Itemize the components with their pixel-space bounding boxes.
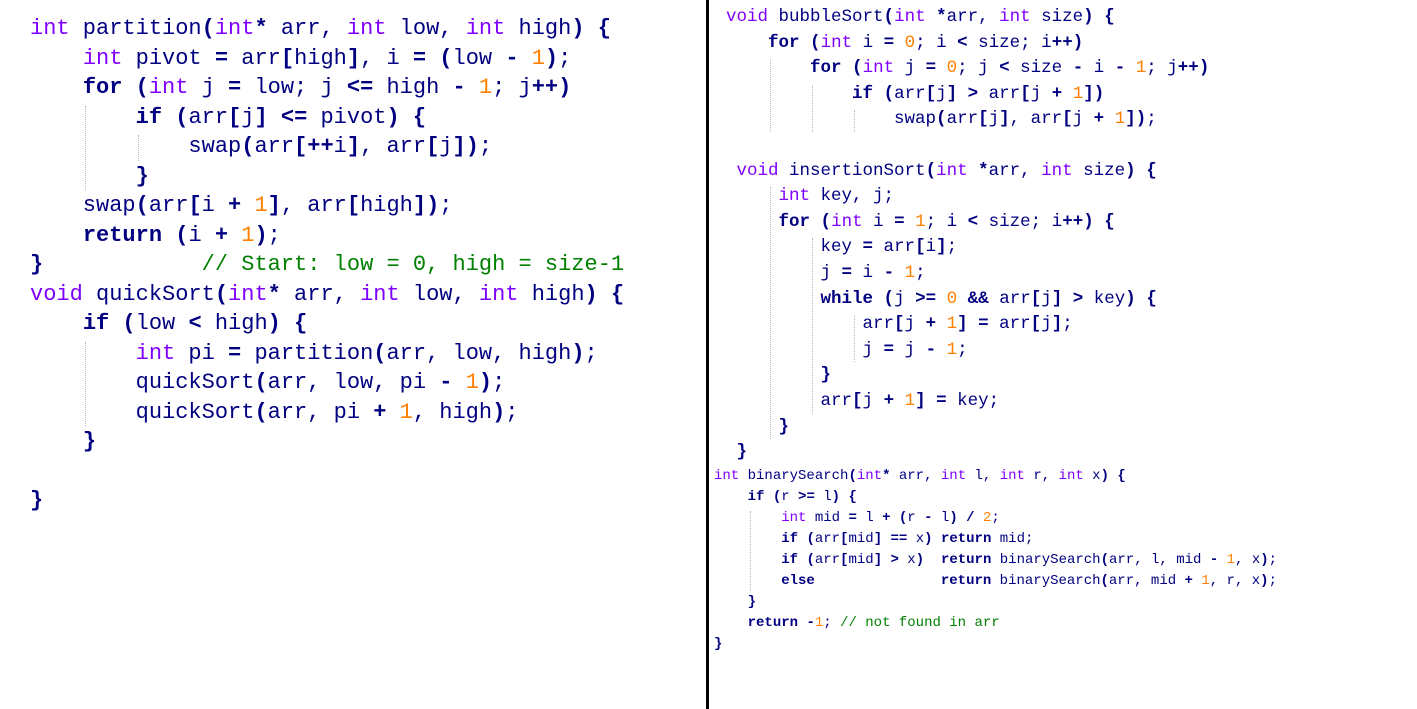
code-line: int pivot = arr[high], i = (low - 1); [82, 45, 572, 71]
indent-guide [854, 110, 855, 132]
code-snippet-partition-quicksort: int partition(int* arr, int low, int hig… [30, 14, 706, 516]
code-line: if (r >= l) { [747, 489, 857, 505]
code-panel-quicksort: int partition(int* arr, int low, int hig… [30, 14, 706, 694]
code-line: } [747, 594, 757, 610]
code-line: int pi = partition(arr, low, high); [135, 340, 598, 366]
code-line: swap(arr[i + 1], arr[high]); [30, 193, 453, 218]
code-line: int mid = l + (r - l) / 2; [781, 510, 1000, 526]
code-line: if (arr[mid] == x) return mid; [781, 531, 1034, 547]
code-line: swap(arr[j], arr[j + 1]); [726, 109, 1157, 130]
code-line: for (int i = 0; i < size; i++) [768, 32, 1084, 53]
code-line: for (int i = 1; i < size; i++) { [778, 211, 1115, 232]
code-line: for (int j = low; j <= high - 1; j++) [82, 75, 572, 100]
indent-guide [770, 59, 771, 132]
code-line: } [82, 429, 97, 454]
code-snippet-bubble-insertion: void bubbleSort(int *arr, int size) { fo… [726, 5, 1416, 466]
code-line: key = arr[i]; [726, 237, 958, 258]
indent-guide [84, 341, 86, 426]
indent-guide [84, 105, 86, 190]
code-line: while (j >= 0 && arr[j] > key) { [820, 288, 1157, 309]
code-line: else return binarySearch(arr, mid + 1, r… [781, 573, 1277, 589]
indent-guide [854, 315, 855, 363]
indent-guide [749, 511, 751, 591]
code-line: return (i + 1); [82, 222, 281, 248]
indent-guide [137, 135, 139, 161]
code-line: int key, j; [778, 186, 895, 207]
code-panel-binary-search: int binarySearch(int* arr, int l, int r,… [714, 466, 1414, 666]
indent-guide [770, 187, 771, 440]
code-line: arr[j + 1] = key; [726, 391, 1000, 411]
code-line: void insertionSort(int *arr, int size) { [736, 160, 1157, 181]
indent-guide [812, 238, 813, 414]
code-line: } [135, 163, 149, 189]
code-line: } [778, 416, 790, 437]
code-line: if (arr[j] <= pivot) { [135, 104, 427, 130]
code-line: j = i - 1; [726, 263, 926, 283]
code-line: swap(arr[++i], arr[j]); [30, 134, 493, 159]
code-line: } // Start: low = 0, high = size-1 [30, 252, 625, 277]
code-line: if (low < high) { [82, 311, 308, 336]
code-line: } [736, 442, 748, 463]
code-line: } [30, 488, 44, 513]
code-line: int partition(int* arr, int low, int hig… [30, 16, 611, 41]
code-line: j = j - 1; [726, 339, 968, 360]
code-line: if (arr[mid] > x) return binarySearch(ar… [781, 552, 1278, 568]
code-line: return -1; // not found in arr [747, 615, 1000, 631]
code-panel-bubble-insertion: void bubbleSort(int *arr, int size) { fo… [726, 5, 1416, 462]
indent-guide [812, 84, 813, 132]
code-line: quickSort(arr, pi + 1, high); [30, 399, 519, 425]
code-line: } [820, 365, 832, 386]
code-line: void quickSort(int* arr, int low, int hi… [30, 281, 625, 307]
code-line: for (int j = 0; j < size - i - 1; j++) [810, 58, 1210, 79]
code-line: } [714, 636, 723, 652]
code-line: quickSort(arr, low, pi - 1); [30, 370, 506, 395]
code-line: void bubbleSort(int *arr, int size) { [726, 7, 1115, 27]
panel-divider [706, 0, 709, 709]
code-line: if (arr[j] > arr[j + 1]) [852, 83, 1105, 104]
code-line: arr[j + 1] = arr[j]; [726, 314, 1073, 335]
code-line: int binarySearch(int* arr, int l, int r,… [714, 468, 1126, 484]
code-snippet-binary-search: int binarySearch(int* arr, int l, int r,… [714, 466, 1414, 655]
